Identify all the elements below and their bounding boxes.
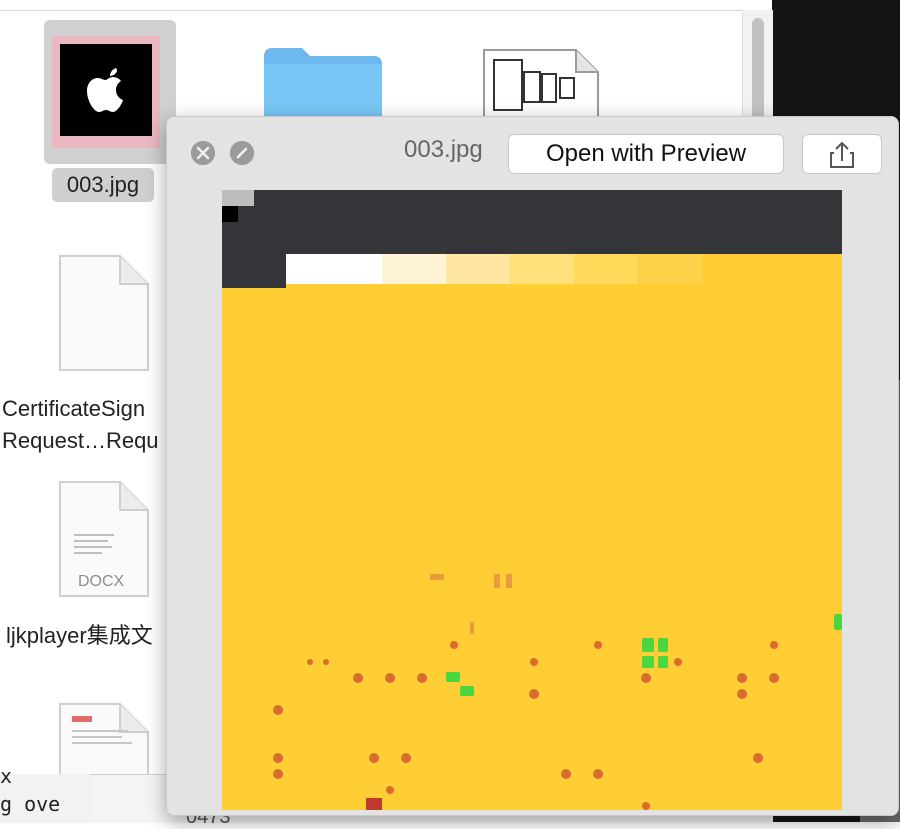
file-name-line2[interactable]: Request…Requ [2, 428, 159, 454]
document-icon[interactable] [56, 252, 152, 374]
scrollbar-thumb[interactable] [752, 18, 764, 128]
file-name-line1[interactable]: CertificateSign [2, 396, 145, 422]
bottom-text-2: g ove [0, 792, 61, 816]
fullscreen-button[interactable] [230, 141, 254, 165]
finder-top-border [0, 0, 772, 11]
bottom-text-1: x [0, 764, 13, 788]
share-icon [830, 141, 854, 168]
close-icon [191, 141, 215, 165]
folder-icon[interactable] [262, 44, 384, 124]
apple-logo-icon [87, 68, 123, 112]
fullscreen-icon [230, 141, 254, 165]
docx-badge: DOCX [78, 573, 125, 590]
file-name[interactable]: ljkplayer集成文 [6, 618, 153, 650]
quicklook-title: 003.jpg [404, 136, 483, 163]
close-button[interactable] [191, 141, 215, 165]
pdf-document-icon[interactable] [482, 48, 600, 122]
share-button[interactable] [802, 134, 882, 174]
preview-image [222, 190, 842, 810]
selected-file-name[interactable]: 003.jpg [52, 168, 154, 202]
preview-image-art [222, 190, 842, 810]
open-with-preview-button[interactable]: Open with Preview [508, 134, 784, 174]
